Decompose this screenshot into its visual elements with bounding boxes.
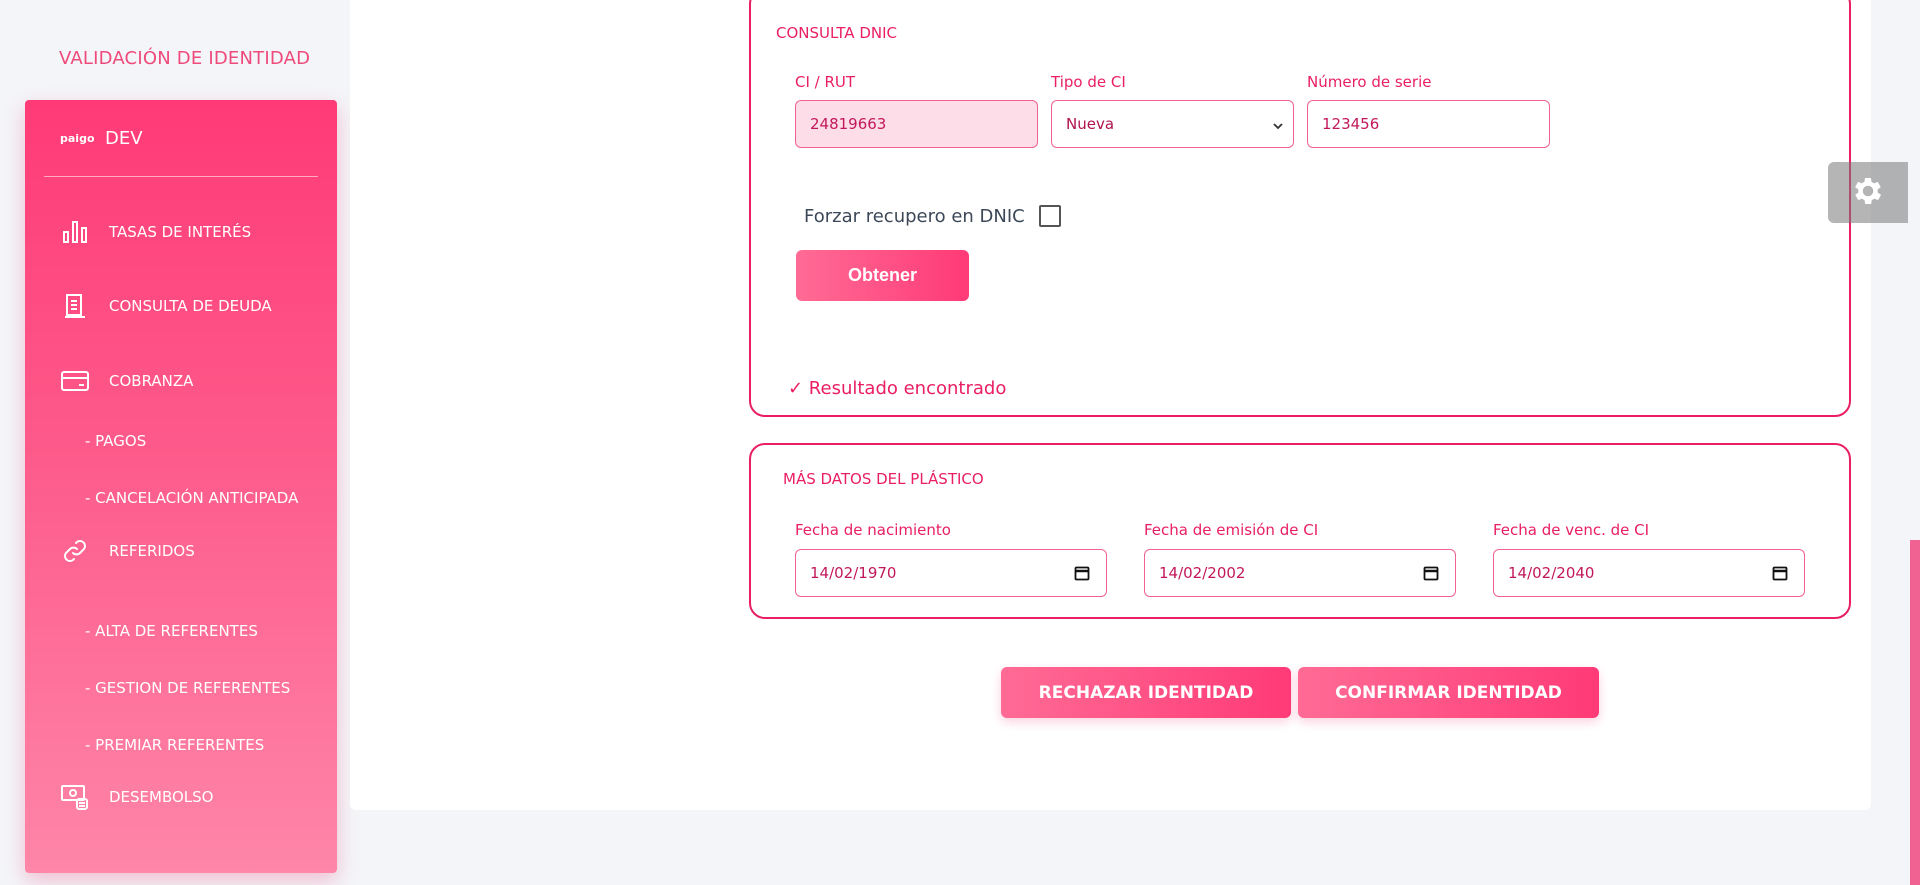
fecha-venc-value: 14/02/2040 (1508, 564, 1595, 582)
tipo-ci-label: Tipo de CI (1051, 73, 1126, 91)
sidebar-item-label: TASAS DE INTERÉS (109, 223, 252, 241)
credit-card-icon (61, 367, 89, 395)
sidebar-item-alta-referentes[interactable]: - ALTA DE REFERENTES (85, 622, 258, 640)
tipo-ci-select[interactable]: Nueva (1051, 100, 1294, 148)
tipo-ci-value: Nueva (1066, 115, 1115, 133)
sidebar-item-referidos[interactable]: REFERIDOS (61, 537, 195, 565)
fecha-venc-label: Fecha de venc. de CI (1493, 521, 1650, 539)
forzar-recupero-label: Forzar recupero en DNIC (804, 205, 1025, 227)
fecha-emision-label: Fecha de emisión de CI (1144, 521, 1319, 539)
fecha-nacimiento-value: 14/02/1970 (810, 564, 897, 582)
sidebar-item-premiar-referentes[interactable]: - PREMIAR REFERENTES (85, 736, 264, 754)
fecha-venc-input[interactable]: 14/02/2040 (1493, 549, 1805, 597)
sidebar-item-pagos[interactable]: - PAGOS (85, 432, 146, 450)
calendar-icon[interactable] (1772, 565, 1788, 581)
brand[interactable]: paigo DEV (60, 128, 143, 149)
sidebar-item-gestion-referentes[interactable]: - GESTION DE REFERENTES (85, 679, 290, 697)
fecha-emision-value: 14/02/2002 (1159, 564, 1246, 582)
sidebar-item-desembolso[interactable]: DESEMBOLSO (61, 783, 214, 811)
sidebar-item-tasas[interactable]: TASAS DE INTERÉS (61, 218, 251, 246)
numero-serie-label: Número de serie (1307, 73, 1432, 91)
sidebar-item-label: COBRANZA (109, 372, 194, 390)
forzar-recupero-row: Forzar recupero en DNIC (804, 205, 1061, 227)
section-title: CONSULTA DNIC (776, 24, 897, 42)
section-title: MÁS DATOS DEL PLÁSTICO (783, 470, 984, 488)
forzar-recupero-checkbox[interactable] (1038, 205, 1061, 227)
page-title: VALIDACIÓN DE IDENTIDAD (59, 48, 311, 69)
ci-rut-value: 24819663 (810, 115, 887, 133)
confirmar-identidad-button[interactable]: CONFIRMAR IDENTIDAD (1298, 667, 1599, 718)
scrollbar[interactable] (1910, 540, 1920, 885)
bar-chart-icon (61, 218, 89, 246)
sidebar-item-cancelacion-anticipada[interactable]: - CANCELACIÓN ANTICIPADA (85, 489, 298, 507)
sidebar-item-label: DESEMBOLSO (109, 788, 214, 806)
sidebar-divider (44, 176, 318, 177)
brand-logo: paigo (60, 132, 95, 145)
fecha-nacimiento-input[interactable]: 14/02/1970 (795, 549, 1107, 597)
settings-toggle[interactable] (1828, 162, 1908, 223)
ci-rut-label: CI / RUT (795, 73, 856, 91)
calendar-icon[interactable] (1423, 565, 1439, 581)
rechazar-identidad-button[interactable]: RECHAZAR IDENTIDAD (1001, 667, 1291, 718)
chevron-down-icon (1273, 117, 1283, 130)
sidebar-item-label: CONSULTA DE DEUDA (109, 297, 272, 315)
fecha-nacimiento-label: Fecha de nacimiento (795, 521, 951, 539)
brand-name: DEV (105, 128, 143, 149)
fecha-emision-input[interactable]: 14/02/2002 (1144, 549, 1456, 597)
gear-icon (1850, 173, 1886, 213)
ci-rut-input[interactable]: 24819663 (795, 100, 1038, 148)
sidebar: paigo DEV TASAS DE INTERÉS CONSULTA DE D… (25, 100, 337, 873)
document-icon (61, 292, 89, 320)
calendar-icon[interactable] (1074, 565, 1090, 581)
sidebar-item-label: REFERIDOS (109, 542, 195, 560)
numero-serie-input[interactable]: 123456 (1307, 100, 1550, 148)
numero-serie-value: 123456 (1322, 115, 1380, 133)
result-status: ✓ Resultado encontrado (788, 378, 1007, 399)
money-icon (61, 783, 89, 811)
link-icon (61, 537, 89, 565)
sidebar-item-consulta-deuda[interactable]: CONSULTA DE DEUDA (61, 292, 272, 320)
obtener-button[interactable]: Obtener (796, 250, 969, 301)
sidebar-item-cobranza[interactable]: COBRANZA (61, 367, 193, 395)
